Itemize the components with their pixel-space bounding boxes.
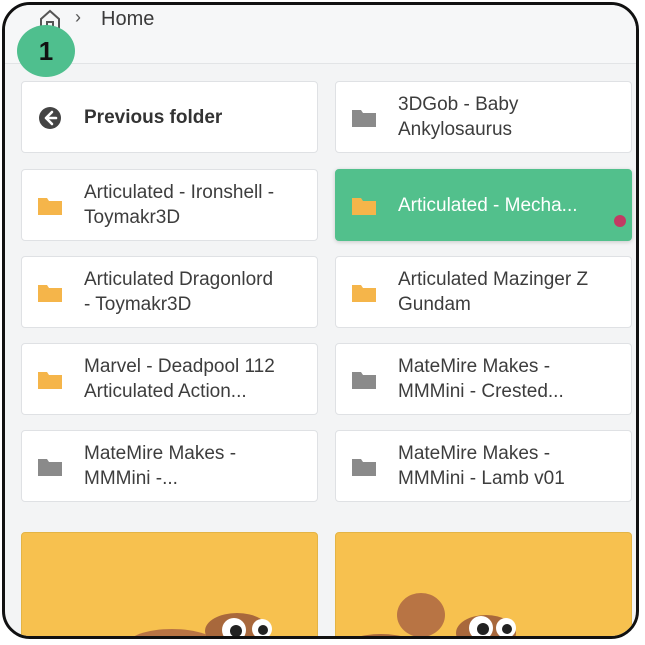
- tile-label: MateMire Makes - MMMini - Crested...: [398, 344, 615, 414]
- tile-label: MateMire Makes - MMMini -...: [84, 431, 301, 501]
- tile-label-line2: Articulated Action...: [84, 381, 247, 402]
- tile-label-line1: Articulated Dragonlord: [84, 269, 274, 290]
- folder-tile-selected[interactable]: Articulated - Mecha...: [335, 169, 632, 241]
- folder-icon: [38, 372, 62, 389]
- tile-label-line1: MateMire Makes -: [398, 443, 551, 464]
- tile-label-line2: Gundam: [398, 294, 471, 315]
- folder-tile[interactable]: MateMire Makes - MMMini - Crested...: [335, 343, 632, 415]
- tile-label-line2: MMMini - Crested...: [398, 381, 564, 402]
- tile-label: Articulated - Mecha...: [398, 170, 615, 240]
- dinosaur-model-image: [134, 613, 272, 636]
- tile-label-line1: MateMire Makes -: [398, 356, 551, 377]
- folder-icon: [352, 110, 376, 127]
- model-thumbnail[interactable]: [21, 532, 318, 636]
- tile-label-line1: Marvel - Deadpool 112: [84, 356, 275, 377]
- tile-label: Articulated - Ironshell - Toymakr3D: [84, 170, 301, 240]
- folder-icon: [38, 459, 62, 476]
- folder-icon: [38, 285, 62, 302]
- folder-tile[interactable]: Marvel - Deadpool 112 Articulated Action…: [21, 343, 318, 415]
- step-number-badge: 1: [17, 25, 75, 77]
- dinosaur-model-image: [361, 593, 516, 636]
- tile-label-line2: MMMini - Lamb v01: [398, 468, 565, 489]
- folder-icon: [352, 285, 376, 302]
- tile-label: Articulated Mazinger Z Gundam: [398, 257, 615, 327]
- tile-label-line2: - Toymakr3D: [84, 294, 192, 315]
- folder-icon: [352, 459, 376, 476]
- tile-label-line2: Ankylosaurus: [398, 119, 513, 140]
- tile-label-line1: Articulated - Mecha...: [398, 194, 578, 216]
- tile-label-line1: Articulated Mazinger Z: [398, 269, 589, 290]
- tile-label: Previous folder: [84, 82, 301, 152]
- tile-label-line2: Toymakr3D: [84, 207, 181, 228]
- folder-icon: [38, 198, 62, 215]
- notification-dot: [614, 215, 626, 227]
- folder-tile[interactable]: MateMire Makes - MMMini - Lamb v01: [335, 430, 632, 502]
- previous-folder-button[interactable]: Previous folder: [21, 81, 318, 153]
- tile-label: 3DGob - Baby Ankylosaurus: [398, 82, 615, 152]
- tile-label-line1: Articulated - Ironshell -: [84, 182, 275, 203]
- breadcrumb: › Home: [5, 5, 636, 64]
- folder-tile[interactable]: Articulated - Ironshell - Toymakr3D: [21, 169, 318, 241]
- model-thumbnail[interactable]: [335, 532, 632, 636]
- tile-label: Marvel - Deadpool 112 Articulated Action…: [84, 344, 301, 414]
- tile-label-line1: 3DGob - Baby: [398, 94, 519, 115]
- tile-label-line1: MateMire Makes -: [84, 443, 237, 464]
- breadcrumb-separator: ›: [75, 7, 81, 27]
- tile-label-line1: Previous folder: [84, 106, 223, 128]
- back-arrow-icon: [39, 107, 61, 129]
- folder-tile[interactable]: Articulated Mazinger Z Gundam: [335, 256, 632, 328]
- folder-tile[interactable]: MateMire Makes - MMMini -...: [21, 430, 318, 502]
- breadcrumb-home[interactable]: Home: [101, 8, 154, 31]
- screen-frame: › Home 1 Previous folder 3DGob - Baby An…: [2, 2, 639, 639]
- tile-label: Articulated Dragonlord - Toymakr3D: [84, 257, 301, 327]
- tile-label: MateMire Makes - MMMini - Lamb v01: [398, 431, 615, 501]
- tile-label-line2: MMMini -...: [84, 468, 178, 489]
- folder-icon: [352, 372, 376, 389]
- folder-tile[interactable]: Articulated Dragonlord - Toymakr3D: [21, 256, 318, 328]
- folder-icon: [352, 198, 376, 215]
- folder-tile[interactable]: 3DGob - Baby Ankylosaurus: [335, 81, 632, 153]
